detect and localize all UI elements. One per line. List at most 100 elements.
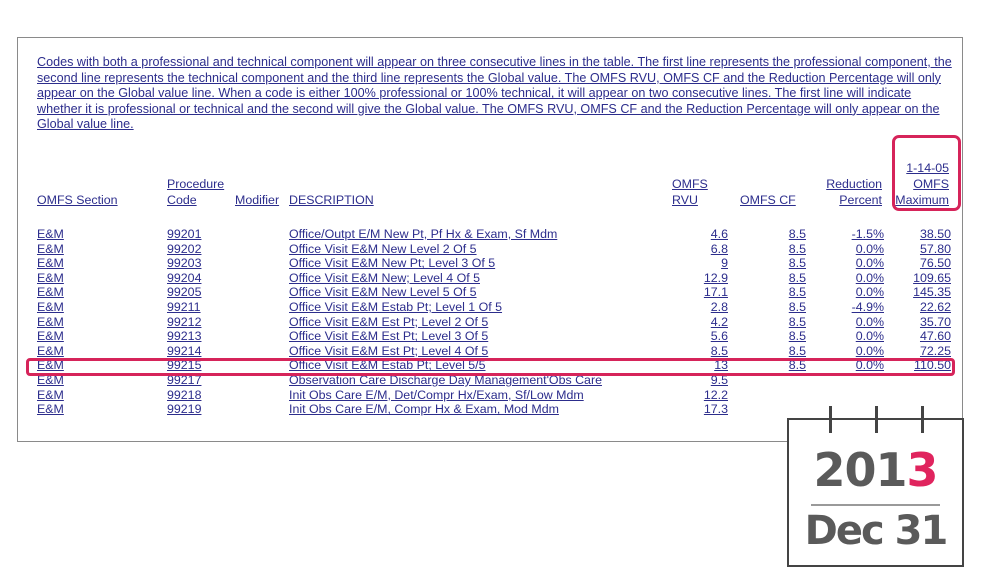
cell-cf[interactable]: 8.5: [789, 256, 806, 270]
header-omfs-rvu-top: OMFS: [672, 177, 708, 191]
cell-code[interactable]: 99204: [167, 271, 201, 285]
header-omfs-rvu-bottom: RVU: [672, 193, 698, 207]
cell-rvu[interactable]: 17.3: [704, 402, 728, 416]
cell-rvu[interactable]: 4.6: [711, 227, 728, 241]
intro-paragraph: Codes with both a professional and techn…: [37, 55, 952, 132]
cell-section[interactable]: E&M: [37, 315, 64, 329]
cell-cf[interactable]: 8.5: [789, 300, 806, 314]
highlight-row-99214: [26, 358, 955, 376]
cell-cf[interactable]: 8.5: [789, 271, 806, 285]
cell-maximum[interactable]: 145.35: [913, 285, 951, 299]
highlight-column-maximum: [892, 135, 961, 211]
table-row: E&M 99211 Office Visit E&M Estab Pt; Level…: [18, 300, 962, 314]
cell-section[interactable]: E&M: [37, 388, 64, 402]
cell-section[interactable]: E&M: [37, 285, 64, 299]
table-row: E&M 99214 Office Visit E&M Est Pt; Level 4…: [18, 344, 962, 358]
cell-reduction[interactable]: 0.0%: [856, 256, 884, 270]
header-omfs-cf: OMFS CF: [740, 193, 796, 207]
cell-maximum[interactable]: 22.62: [920, 300, 951, 314]
cell-rvu[interactable]: 2.8: [711, 300, 728, 314]
cell-maximum[interactable]: 38.50: [920, 227, 951, 241]
cell-cf[interactable]: 8.5: [789, 285, 806, 299]
cell-description[interactable]: Office Visit E&M New; Level 4 Of 5: [289, 271, 480, 285]
calendar-year: 2013: [789, 444, 962, 496]
header-omfs-section: OMFS Section: [37, 193, 118, 207]
cell-maximum[interactable]: 76.50: [920, 256, 951, 270]
calendar-divider: [811, 504, 940, 506]
cell-code[interactable]: 99201: [167, 227, 201, 241]
cell-rvu[interactable]: 17.1: [704, 285, 728, 299]
cell-section[interactable]: E&M: [37, 402, 64, 416]
cell-description[interactable]: Office/Outpt E/M New Pt, Pf Hx & Exam, S…: [289, 227, 557, 241]
cell-reduction[interactable]: 0.0%: [856, 315, 884, 329]
cell-rvu[interactable]: 9: [721, 256, 728, 270]
cell-maximum[interactable]: 35.70: [920, 315, 951, 329]
cell-reduction[interactable]: 0.0%: [856, 242, 884, 256]
cell-description[interactable]: Office Visit E&M Estab Pt; Level 1 Of 5: [289, 300, 502, 314]
cell-rvu[interactable]: 6.8: [711, 242, 728, 256]
cell-section[interactable]: E&M: [37, 271, 64, 285]
cell-section[interactable]: E&M: [37, 227, 64, 241]
table-row: E&M 99205 Office Visit E&M New Level 5 Of …: [18, 285, 962, 299]
cell-rvu[interactable]: 4.2: [711, 315, 728, 329]
document-page: Codes with both a professional and techn…: [17, 37, 963, 442]
cell-code[interactable]: 99219: [167, 402, 201, 416]
table-row: E&M 99201 Office/Outpt E/M New Pt, Pf Hx &…: [18, 227, 962, 241]
cell-code[interactable]: 99214: [167, 344, 201, 358]
cell-description[interactable]: Init Obs Care E/M, Det/Compr Hx/Exam, Sf…: [289, 388, 584, 402]
cell-reduction[interactable]: -4.9%: [852, 300, 884, 314]
cell-rvu[interactable]: 5.6: [711, 329, 728, 343]
cell-description[interactable]: Office Visit E&M New Pt; Level 3 Of 5: [289, 256, 495, 270]
cell-code[interactable]: 99213: [167, 329, 201, 343]
table-row: E&M 99212 Office Visit E&M Est Pt; Level 2…: [18, 315, 962, 329]
calendar-widget: 2013 Dec 31: [787, 406, 964, 567]
calendar-year-accent: 3: [906, 443, 939, 497]
cell-section[interactable]: E&M: [37, 344, 64, 358]
cell-maximum[interactable]: 109.65: [913, 271, 951, 285]
cell-code[interactable]: 99202: [167, 242, 201, 256]
cell-code[interactable]: 99205: [167, 285, 201, 299]
table-row: E&M 99204 Office Visit E&M New; Level 4 Of…: [18, 271, 962, 285]
cell-section[interactable]: E&M: [37, 300, 64, 314]
table-row: E&M 99202 Office Visit E&M New Level 2 Of …: [18, 242, 962, 256]
header-procedure: Procedure: [167, 177, 225, 191]
cell-description[interactable]: Office Visit E&M Est Pt; Level 4 Of 5: [289, 344, 488, 358]
cell-code[interactable]: 99211: [167, 300, 201, 314]
cell-cf[interactable]: 8.5: [789, 329, 806, 343]
cell-maximum[interactable]: 57.80: [920, 242, 951, 256]
cell-section[interactable]: E&M: [37, 256, 64, 270]
cell-reduction[interactable]: -1.5%: [852, 227, 884, 241]
cell-description[interactable]: Office Visit E&M Est Pt; Level 2 Of 5: [289, 315, 488, 329]
header-reduction-bottom: Percent: [839, 193, 882, 207]
cell-description[interactable]: Office Visit E&M Est Pt; Level 3 Of 5: [289, 329, 488, 343]
calendar-ring-right: [921, 406, 924, 433]
cell-cf[interactable]: 8.5: [789, 315, 806, 329]
cell-reduction[interactable]: 0.0%: [856, 344, 884, 358]
calendar-ring-middle: [875, 406, 878, 433]
cell-reduction[interactable]: 0.0%: [856, 329, 884, 343]
calendar-year-main: 201: [813, 443, 907, 497]
cell-description[interactable]: Office Visit E&M New Level 5 Of 5: [289, 285, 477, 299]
cell-code[interactable]: 99218: [167, 388, 201, 402]
cell-rvu[interactable]: 12.9: [704, 271, 728, 285]
cell-description[interactable]: Office Visit E&M New Level 2 Of 5: [289, 242, 477, 256]
cell-cf[interactable]: 8.5: [789, 344, 806, 358]
cell-code[interactable]: 99203: [167, 256, 201, 270]
cell-maximum[interactable]: 47.60: [920, 329, 951, 343]
table-row: E&M 99218 Init Obs Care E/M, Det/Compr Hx/…: [18, 388, 962, 402]
cell-reduction[interactable]: 0.0%: [856, 285, 884, 299]
header-description: DESCRIPTION: [289, 193, 374, 207]
cell-cf[interactable]: 8.5: [789, 227, 806, 241]
cell-rvu[interactable]: 8.5: [711, 344, 728, 358]
cell-code[interactable]: 99212: [167, 315, 201, 329]
cell-rvu[interactable]: 12.2: [704, 388, 728, 402]
cell-maximum[interactable]: 72.25: [920, 344, 951, 358]
table-row: E&M 99213 Office Visit E&M Est Pt; Level 3…: [18, 329, 962, 343]
cell-section[interactable]: E&M: [37, 329, 64, 343]
cell-cf[interactable]: 8.5: [789, 242, 806, 256]
table-row: E&M 99219 Init Obs Care E/M, Compr Hx & Ex…: [18, 402, 962, 416]
table-row: E&M 99203 Office Visit E&M New Pt; Level 3…: [18, 256, 962, 270]
cell-section[interactable]: E&M: [37, 242, 64, 256]
cell-description[interactable]: Init Obs Care E/M, Compr Hx & Exam, Mod …: [289, 402, 559, 416]
cell-reduction[interactable]: 0.0%: [856, 271, 884, 285]
